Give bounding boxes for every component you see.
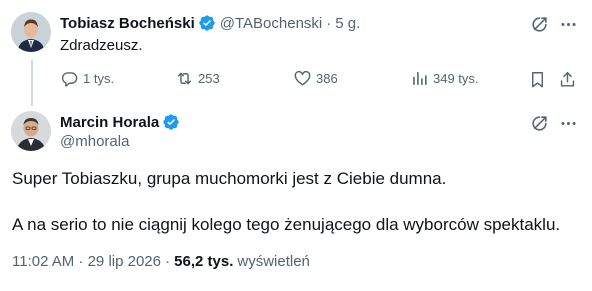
avatar-marcin[interactable] xyxy=(11,111,51,151)
author-name[interactable]: Marcin Horala xyxy=(60,114,159,131)
author-name[interactable]: Tobiasz Bocheński xyxy=(60,15,195,32)
retweet-count: 253 xyxy=(198,71,220,86)
views-count: 349 tys. xyxy=(433,71,479,86)
reply-button[interactable]: 1 tys. xyxy=(60,69,114,88)
more-icon[interactable] xyxy=(558,14,578,34)
views-button[interactable]: 349 tys. xyxy=(410,69,479,88)
views-label: wyświetleń xyxy=(237,253,310,270)
more-icon[interactable] xyxy=(558,113,578,133)
like-count: 386 xyxy=(316,71,338,86)
tweet2-text-line1: Super Tobiaszku, grupa muchomorki jest z… xyxy=(12,169,447,188)
like-button[interactable]: 386 xyxy=(293,69,338,88)
thread-line xyxy=(31,60,33,106)
retweet-icon xyxy=(177,72,192,85)
avatar-tobiasz[interactable] xyxy=(11,12,51,52)
separator-dot: · xyxy=(326,14,332,32)
views-count: 56,2 tys. xyxy=(174,253,234,270)
like-icon xyxy=(294,70,311,86)
tweet-timestamp[interactable]: 11:02 AM · 29 lip 2026 · xyxy=(12,253,170,270)
tweet1-header: Tobiasz Bocheński @TABochenski · 5 g. xyxy=(60,14,360,32)
tweet1-text: Zdradzeusz. xyxy=(60,37,143,54)
author-handle[interactable]: @TABochenski xyxy=(220,15,323,32)
author-handle[interactable]: @mhorala xyxy=(60,133,129,150)
verified-badge-icon xyxy=(162,113,180,131)
bookmark-icon[interactable] xyxy=(527,69,547,89)
share-icon[interactable] xyxy=(557,69,577,89)
retweet-button[interactable]: 253 xyxy=(175,69,220,88)
tweet2-header: Marcin Horala xyxy=(60,113,180,131)
tweet2-text-line2: A na serio to nie ciągnij kolego tego że… xyxy=(12,215,561,234)
verified-badge-icon xyxy=(198,14,216,32)
tweet-time[interactable]: 5 g. xyxy=(335,15,360,32)
reply-icon xyxy=(61,72,78,87)
grok-icon[interactable] xyxy=(529,14,549,34)
reply-count: 1 tys. xyxy=(83,71,115,86)
grok-icon[interactable] xyxy=(529,113,549,133)
views-icon xyxy=(413,72,427,85)
tweet2-meta: 11:02 AM · 29 lip 2026 · 56,2 tys. wyświ… xyxy=(12,253,310,270)
